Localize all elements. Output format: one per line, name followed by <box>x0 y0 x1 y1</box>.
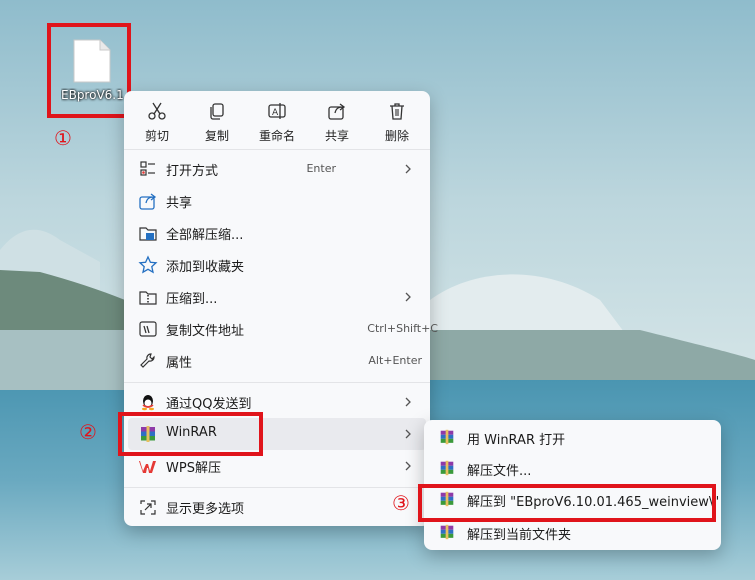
cut-button[interactable]: 剪切 <box>127 99 187 145</box>
copy-icon <box>210 103 224 120</box>
menu-item-compress-to[interactable]: 压缩到... <box>128 281 426 313</box>
menu-item-label: 全部解压缩... <box>166 228 244 243</box>
divider <box>124 487 430 488</box>
share-icon <box>328 103 346 120</box>
submenu-item-label: 解压文件... <box>467 464 532 479</box>
trash-icon <box>390 103 404 120</box>
delete-label: 删除 <box>384 129 409 143</box>
menu-item-label: 显示更多选项 <box>166 502 245 517</box>
qq-icon <box>142 395 154 411</box>
step-marker-2: ② <box>79 420 97 444</box>
menu-item-label: 打开方式 <box>166 164 219 179</box>
menu-item-extract-all[interactable]: 全部解压缩... <box>128 217 426 249</box>
svg-text:A: A <box>272 108 279 118</box>
step-marker-1: ① <box>54 126 72 150</box>
winrar-icon <box>440 429 454 445</box>
divider <box>124 382 430 383</box>
menu-item-label: 添加到收藏夹 <box>166 260 245 275</box>
submenu-item-label: 用 WinRAR 打开 <box>467 433 566 448</box>
copy-label: 复制 <box>204 129 229 143</box>
submenu-item-label: 解压到当前文件夹 <box>467 528 572 543</box>
delete-button[interactable]: 删除 <box>367 99 427 145</box>
open-with-icon <box>140 161 155 176</box>
annotation-box-file <box>47 23 131 118</box>
share-button[interactable]: 共享 <box>307 99 367 145</box>
menu-item-add-favorites[interactable]: 添加到收藏夹 <box>128 249 426 281</box>
menu-item-open-with[interactable]: 打开方式 Enter <box>128 153 426 185</box>
zip-folder-icon <box>139 291 157 305</box>
menu-item-copy-path[interactable]: 复制文件地址 Ctrl+Shift+C <box>128 313 438 345</box>
menu-item-properties[interactable]: 属性 Alt+Enter <box>128 345 426 377</box>
shortcut-label: Enter <box>306 162 336 175</box>
scissors-icon <box>148 102 166 120</box>
quick-action-bar: 剪切 复制 A 重命名 共享 删除 <box>124 91 430 147</box>
menu-item-label: 压缩到... <box>166 292 218 307</box>
shortcut-label: Ctrl+Shift+C <box>367 322 438 335</box>
context-menu: 剪切 复制 A 重命名 共享 删除 打开方式 Enter 共享 全部解压缩...… <box>124 91 438 526</box>
chevron-right-icon <box>405 461 411 471</box>
annotation-box-extract-to <box>418 484 716 522</box>
copy-button[interactable]: 复制 <box>187 99 247 145</box>
menu-item-more-options[interactable]: 显示更多选项 <box>128 491 426 523</box>
submenu-item-extract-files[interactable]: 解压文件... <box>428 453 717 483</box>
more-options-icon <box>140 500 156 515</box>
menu-item-label: 通过QQ发送到 <box>166 397 252 412</box>
menu-item-label: 属性 <box>166 356 193 371</box>
step-marker-3: ③ <box>392 491 410 515</box>
chevron-right-icon <box>405 397 411 407</box>
cut-label: 剪切 <box>144 129 169 143</box>
star-icon <box>138 255 158 274</box>
submenu-item-open-with-winrar[interactable]: 用 WinRAR 打开 <box>428 422 717 452</box>
wps-icon <box>139 461 156 473</box>
menu-item-share[interactable]: 共享 <box>128 185 426 217</box>
rename-button[interactable]: A 重命名 <box>247 99 307 145</box>
share-icon <box>139 193 157 210</box>
menu-item-label: 共享 <box>166 196 193 211</box>
divider <box>124 149 430 150</box>
chevron-right-icon <box>405 429 411 439</box>
wrench-icon <box>140 353 155 368</box>
extract-all-icon <box>139 227 157 241</box>
menu-item-label: 复制文件地址 <box>166 324 245 339</box>
rename-label: 重命名 <box>258 129 295 143</box>
menu-item-label: WPS解压 <box>166 461 221 476</box>
winrar-icon <box>440 524 454 540</box>
copy-path-icon <box>139 321 157 337</box>
shortcut-label: Alt+Enter <box>368 354 422 367</box>
annotation-box-winrar <box>118 412 263 456</box>
share-label: 共享 <box>324 129 349 143</box>
chevron-right-icon <box>405 164 411 174</box>
chevron-right-icon <box>405 292 411 302</box>
rename-icon: A <box>268 103 286 119</box>
winrar-icon <box>440 460 454 476</box>
